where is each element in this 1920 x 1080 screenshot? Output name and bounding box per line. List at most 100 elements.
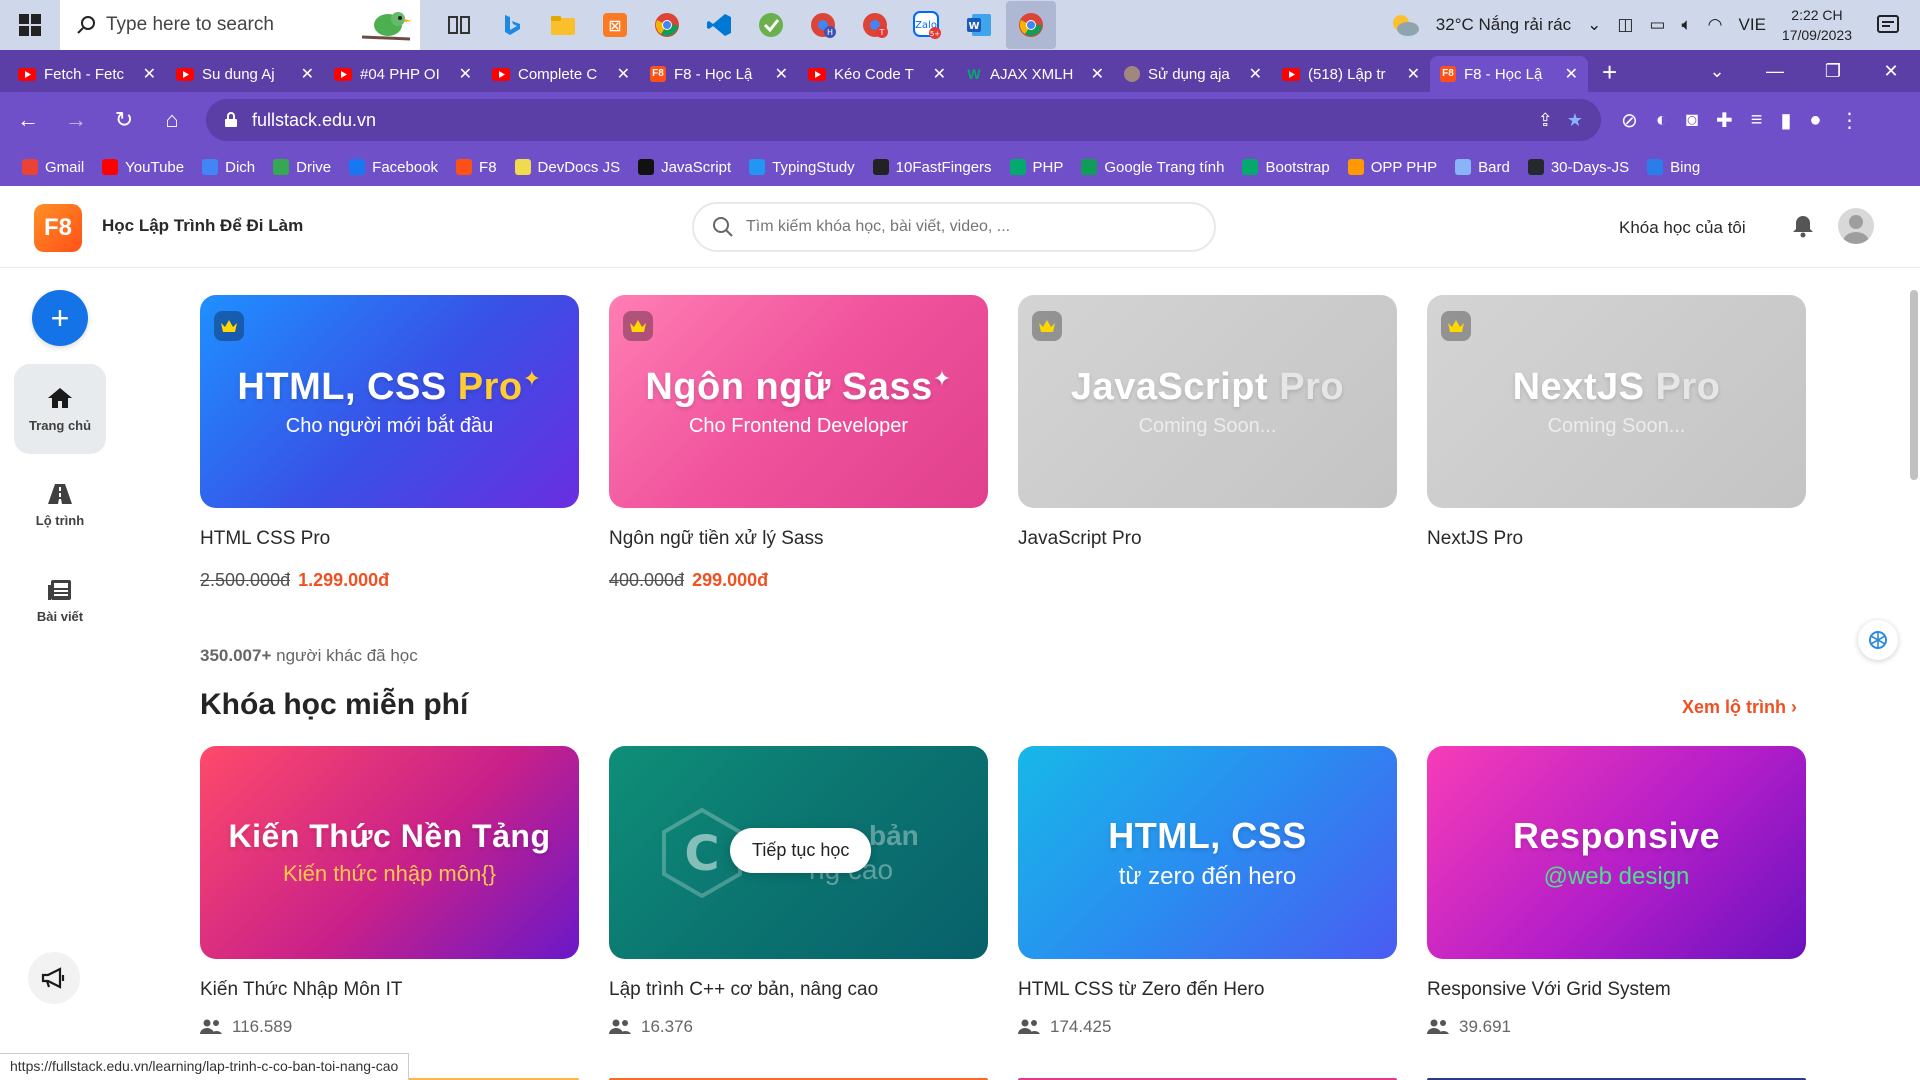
- bookmark-item[interactable]: Gmail: [22, 159, 84, 176]
- course-thumbnail[interactable]: NextJS Pro Coming Soon...: [1427, 295, 1806, 508]
- bell-icon[interactable]: [1792, 214, 1814, 238]
- my-courses-link[interactable]: Khóa học của tôi: [1619, 218, 1746, 238]
- see-route-link[interactable]: Xem lộ trình ›: [1682, 697, 1797, 718]
- tab-search-icon[interactable]: ⌄: [1688, 61, 1746, 82]
- clock[interactable]: 2:22 CH 17/09/2023: [1782, 5, 1852, 45]
- close-icon[interactable]: ✕: [1407, 64, 1420, 84]
- chrome-profile-t-app[interactable]: T: [850, 1, 900, 49]
- tab-2[interactable]: #04 PHP OI ✕: [324, 56, 482, 92]
- bing-app[interactable]: [486, 1, 536, 49]
- bookmark-star-icon[interactable]: ★: [1567, 110, 1583, 131]
- bookmark-item[interactable]: Google Trang tính: [1081, 159, 1224, 176]
- tab-7[interactable]: Sử dụng aja ✕: [1114, 56, 1272, 92]
- close-icon[interactable]: ✕: [1091, 64, 1104, 84]
- side-panel-icon[interactable]: ▮: [1780, 108, 1791, 133]
- network-icon[interactable]: ◫: [1617, 15, 1633, 35]
- close-icon[interactable]: ✕: [459, 64, 472, 84]
- windows-start-button[interactable]: [0, 0, 60, 50]
- word-app[interactable]: W: [954, 1, 1004, 49]
- bookmark-item[interactable]: 30-Days-JS: [1527, 159, 1629, 176]
- chevron-up-icon[interactable]: ⌄: [1587, 15, 1601, 35]
- course-title[interactable]: Ngôn ngữ tiền xử lý Sass: [609, 528, 988, 550]
- user-avatar[interactable]: [1838, 208, 1874, 244]
- color-extension-icon[interactable]: ◐: [1656, 109, 1668, 132]
- continue-learning-tooltip[interactable]: Tiếp tục học: [730, 828, 872, 873]
- close-icon[interactable]: ✕: [775, 64, 788, 84]
- notification-icon[interactable]: [1876, 13, 1900, 37]
- bookmark-item[interactable]: TypingStudy: [749, 159, 855, 176]
- bookmark-item[interactable]: PHP: [1009, 159, 1063, 176]
- bookmark-item[interactable]: 10FastFingers: [872, 159, 992, 176]
- bookmark-item[interactable]: Bootstrap: [1242, 159, 1330, 176]
- pro-course-card[interactable]: Ngôn ngữ Sass✦ Cho Frontend Developer Ng…: [609, 295, 988, 591]
- bookmark-item[interactable]: Drive: [273, 159, 331, 176]
- tab-8[interactable]: (518) Lập tr ✕: [1272, 56, 1430, 92]
- page-scrollbar[interactable]: [1910, 290, 1918, 480]
- battery-icon[interactable]: ▭: [1649, 15, 1665, 35]
- new-tab-button[interactable]: +: [1588, 57, 1631, 92]
- tab-5[interactable]: Kéo Code T ✕: [798, 56, 956, 92]
- puzzle-extensions-icon[interactable]: ✚: [1716, 108, 1733, 133]
- close-icon[interactable]: ✕: [1249, 64, 1262, 84]
- course-title[interactable]: JavaScript Pro: [1018, 528, 1397, 550]
- minimize-button[interactable]: —: [1746, 61, 1804, 82]
- wifi-icon[interactable]: ◠: [1708, 15, 1723, 35]
- vscode-app[interactable]: [694, 1, 744, 49]
- sidebar-item-articles[interactable]: Bài viết: [14, 556, 106, 646]
- restore-button[interactable]: ❐: [1804, 61, 1862, 82]
- media-control-icon[interactable]: ≡: [1751, 109, 1763, 132]
- free-course-card[interactable]: HTML, CSS từ zero đến hero HTML CSS từ Z…: [1018, 746, 1397, 1037]
- volume-icon[interactable]: 🔈︎: [1681, 15, 1691, 35]
- ai-assistant-button[interactable]: [1858, 620, 1898, 660]
- create-post-button[interactable]: +: [32, 290, 88, 346]
- tab-1[interactable]: Su dung Aj ✕: [166, 56, 324, 92]
- free-course-card[interactable]: Responsive @web design Responsive Với Gr…: [1427, 746, 1806, 1037]
- course-thumbnail[interactable]: Kiến Thức Nền Tảng Kiến thức nhập môn{}: [200, 746, 579, 959]
- bookmark-item[interactable]: YouTube: [102, 159, 184, 176]
- close-icon[interactable]: ✕: [933, 64, 946, 84]
- f8-logo[interactable]: F8: [34, 204, 82, 252]
- forward-button[interactable]: →: [62, 107, 90, 133]
- close-window-button[interactable]: ✕: [1862, 61, 1920, 82]
- course-title[interactable]: Lập trình C++ cơ bản, nâng cao: [609, 979, 988, 1001]
- bookmark-item[interactable]: Bing: [1647, 159, 1700, 176]
- course-thumbnail[interactable]: JavaScript Pro Coming Soon...: [1018, 295, 1397, 508]
- sidebar-item-home[interactable]: Trang chủ: [14, 364, 106, 454]
- search-input[interactable]: [746, 218, 1186, 236]
- free-course-card[interactable]: C bản ng cao Lập trình C++ cơ bản, nâng …: [609, 746, 988, 1037]
- close-icon[interactable]: ✕: [1565, 64, 1578, 84]
- bookmark-item[interactable]: Bard: [1455, 159, 1510, 176]
- bookmark-item[interactable]: Dich: [202, 159, 255, 176]
- feedback-button[interactable]: [28, 952, 80, 1004]
- reload-button[interactable]: ↻: [110, 107, 138, 133]
- close-icon[interactable]: ✕: [301, 64, 314, 84]
- sidebar-item-route[interactable]: Lộ trình: [14, 460, 106, 550]
- bookmark-item[interactable]: DevDocs JS: [514, 159, 620, 176]
- language-indicator[interactable]: VIE: [1739, 15, 1766, 35]
- chrome-app[interactable]: [642, 1, 692, 49]
- tab-9-active[interactable]: F8 F8 - Học Lậ ✕: [1430, 56, 1588, 92]
- pro-course-card[interactable]: JavaScript Pro Coming Soon... JavaScript…: [1018, 295, 1397, 550]
- course-title[interactable]: Kiến Thức Nhập Môn IT: [200, 979, 579, 1001]
- course-thumbnail[interactable]: HTML, CSS từ zero đến hero: [1018, 746, 1397, 959]
- back-button[interactable]: ←: [14, 107, 42, 133]
- pro-course-card[interactable]: HTML, CSS Pro✦ Cho người mới bắt đầu HTM…: [200, 295, 579, 591]
- xampp-app[interactable]: ⊠: [590, 1, 640, 49]
- zalo-app[interactable]: Zalo 5+: [902, 1, 952, 49]
- course-thumbnail[interactable]: Ngôn ngữ Sass✦ Cho Frontend Developer: [609, 295, 988, 508]
- course-title[interactable]: NextJS Pro: [1427, 528, 1806, 550]
- course-thumbnail[interactable]: HTML, CSS Pro✦ Cho người mới bắt đầu: [200, 295, 579, 508]
- chrome-profile-h-app[interactable]: H: [798, 1, 848, 49]
- course-title[interactable]: Responsive Với Grid System: [1427, 979, 1806, 1001]
- site-title[interactable]: Học Lập Trình Để Đi Làm: [102, 216, 303, 236]
- share-icon[interactable]: ⇪: [1538, 110, 1553, 131]
- menu-kebab-icon[interactable]: ⋮: [1840, 108, 1860, 133]
- bookmark-item[interactable]: F8: [456, 159, 497, 176]
- weather-text[interactable]: 32°C Nắng rải rác: [1436, 15, 1571, 35]
- profile-avatar-icon[interactable]: ●: [1809, 109, 1821, 132]
- close-icon[interactable]: ✕: [617, 64, 630, 84]
- course-title[interactable]: HTML CSS Pro: [200, 528, 579, 550]
- file-explorer-app[interactable]: [538, 1, 588, 49]
- tab-0[interactable]: Fetch - Fetc ✕: [8, 56, 166, 92]
- green-app[interactable]: [746, 1, 796, 49]
